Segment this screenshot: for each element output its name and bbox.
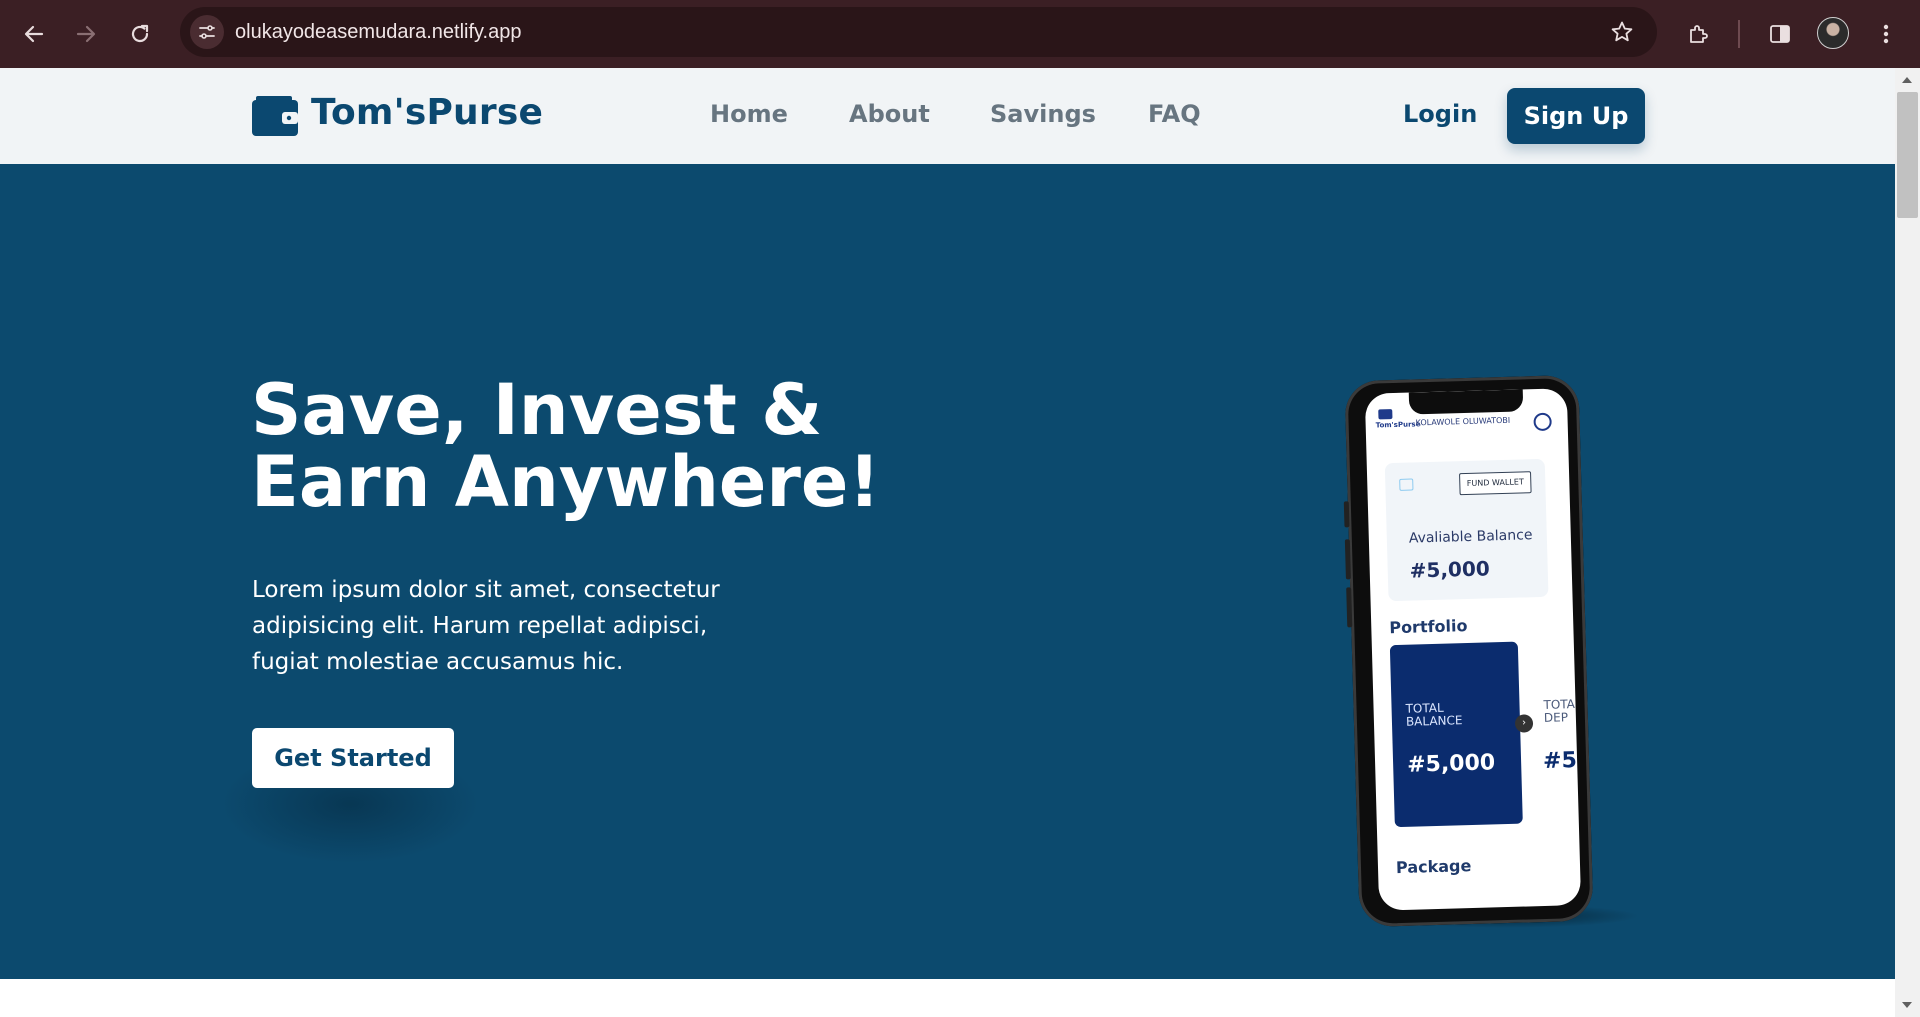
- app-logo: Tom'sPurse: [1375, 408, 1421, 430]
- carousel-next-icon: ›: [1514, 714, 1534, 733]
- page-scrollbar[interactable]: [1895, 68, 1920, 1017]
- reload-button[interactable]: [120, 14, 160, 54]
- hero-title: Save, Invest & Earn Anywhere!: [251, 374, 880, 518]
- wallet-icon: [1399, 478, 1414, 491]
- hero-title-line-2: Earn Anywhere!: [251, 441, 881, 523]
- extensions-button[interactable]: [1679, 14, 1719, 54]
- balance-label: Avaliable Balance: [1408, 527, 1533, 547]
- page-viewport: Tom'sPurse Home About Savings FAQ Login …: [0, 68, 1895, 1017]
- login-link[interactable]: Login: [1403, 100, 1477, 128]
- nav-faq[interactable]: FAQ: [1148, 100, 1201, 128]
- phone-notch: [1408, 389, 1524, 415]
- scroll-down-icon[interactable]: [1902, 1002, 1912, 1008]
- next-card-label: TOTA DEP: [1543, 697, 1576, 725]
- scroll-up-icon[interactable]: [1902, 77, 1912, 83]
- toolbar-divider: [1738, 20, 1740, 48]
- wallet-logo-icon[interactable]: [252, 96, 298, 136]
- back-button[interactable]: [14, 14, 54, 54]
- hero-description: Lorem ipsum dolor sit amet, consectetur …: [252, 577, 720, 675]
- package-title: Package: [1395, 856, 1472, 878]
- profile-avatar[interactable]: [1817, 17, 1849, 49]
- back-arrow-icon: [24, 25, 44, 43]
- forward-button[interactable]: [66, 14, 106, 54]
- signup-button[interactable]: Sign Up: [1507, 88, 1645, 144]
- address-bar[interactable]: olukayodeasemudara.netlify.app: [180, 7, 1657, 57]
- phone-side-button: [1344, 539, 1351, 580]
- app-wallet-icon: [1378, 409, 1393, 420]
- nav-about[interactable]: About: [849, 100, 930, 128]
- hero-title-line-1: Save, Invest &: [251, 369, 823, 451]
- menu-button[interactable]: [1866, 14, 1906, 54]
- scrollbar-thumb[interactable]: [1897, 92, 1918, 218]
- brand-name[interactable]: Tom'sPurse: [311, 92, 543, 133]
- tune-icon: [199, 25, 215, 39]
- app-user-name: KOLAWOLE OLUWATOBI: [1415, 415, 1511, 428]
- side-panel-icon: [1770, 25, 1790, 43]
- app-user-icon: [1533, 412, 1552, 432]
- next-card-value: #5: [1542, 748, 1578, 774]
- nav-savings[interactable]: Savings: [990, 100, 1096, 128]
- star-icon: [1611, 21, 1633, 42]
- nav-home[interactable]: Home: [710, 100, 788, 128]
- site-header: Tom'sPurse Home About Savings FAQ Login …: [0, 68, 1895, 164]
- phone-side-button: [1343, 501, 1350, 528]
- total-balance-label: TOTAL BALANCE: [1405, 700, 1463, 729]
- phone-screen: Tom'sPurse KOLAWOLE OLUWATOBI FUND WALLE…: [1364, 388, 1582, 911]
- fund-wallet-button: FUND WALLET: [1459, 471, 1532, 496]
- forward-arrow-icon: [76, 25, 96, 43]
- url-text[interactable]: olukayodeasemudara.netlify.app: [235, 7, 521, 57]
- phone-side-button: [1346, 587, 1353, 628]
- get-started-button[interactable]: Get Started: [252, 728, 454, 788]
- reload-icon: [131, 24, 149, 43]
- portfolio-title: Portfolio: [1389, 616, 1468, 638]
- browser-toolbar: olukayodeasemudara.netlify.app: [0, 0, 1920, 68]
- site-info-button[interactable]: [190, 15, 224, 49]
- wallet-card: FUND WALLET Avaliable Balance #5,000: [1384, 458, 1549, 602]
- next-section: [0, 979, 1895, 1017]
- total-balance-value: #5,000: [1406, 750, 1496, 778]
- puzzle-icon: [1690, 25, 1708, 43]
- balance-value: #5,000: [1409, 556, 1491, 583]
- side-panel-button[interactable]: [1760, 14, 1800, 54]
- kebab-menu-icon: [1883, 24, 1889, 44]
- hero-section: Save, Invest & Earn Anywhere! Lorem ipsu…: [0, 164, 1895, 979]
- app-logo-text: Tom'sPurse: [1375, 420, 1421, 430]
- phone-mockup: Tom'sPurse KOLAWOLE OLUWATOBI FUND WALLE…: [1343, 374, 1594, 928]
- bookmark-button[interactable]: [1607, 17, 1637, 47]
- total-balance-card: TOTAL BALANCE #5,000: [1389, 641, 1523, 828]
